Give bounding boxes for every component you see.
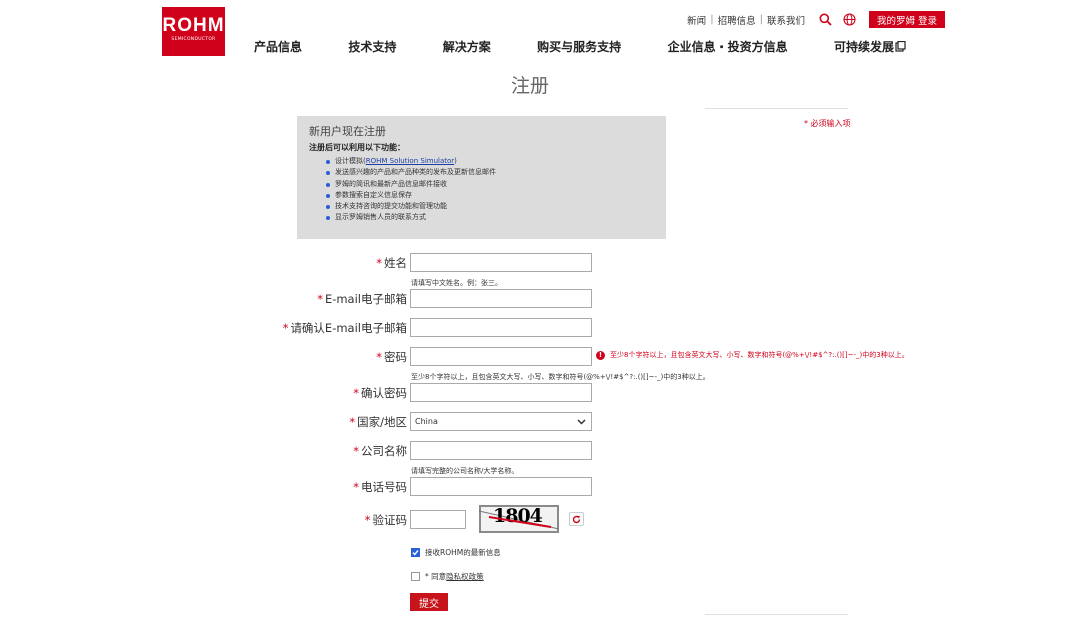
error-icon: ! <box>596 350 605 360</box>
list-item: 设计模拟(ROHM Solution Simulator) <box>326 156 654 167</box>
company-field[interactable] <box>410 441 592 460</box>
divider <box>705 614 848 615</box>
password-error-text: 至少8个字符以上，且包含英文大写、小写、数字和符号(@%+\/!#$^?:.()… <box>610 351 909 359</box>
captcha-label-text: 验证码 <box>372 513 408 527</box>
info-box-title: 新用户现在注册 <box>309 125 386 138</box>
my-rohm-login-button[interactable]: 我的罗姆 登录 <box>868 11 945 28</box>
country-select-value: China <box>415 417 438 426</box>
top-link-contact[interactable]: 联系我们 <box>763 13 809 27</box>
required-mark: * <box>353 386 359 400</box>
check-icon <box>412 550 419 556</box>
password-confirm-label-text: 确认密码 <box>361 386 407 400</box>
privacy-row: * 同意 隐私权政策 <box>411 571 484 582</box>
required-mark: * <box>349 415 356 429</box>
info-box: 新用户现在注册 注册后可以利用以下功能： 设计模拟(ROHM Solution … <box>297 116 666 239</box>
search-icon[interactable] <box>819 13 833 27</box>
phone-field[interactable] <box>410 477 592 496</box>
main-nav: 产品信息 技术支持 解决方案 购买与服务支持 企业信息・投资方信息 可持续发展 <box>254 38 906 55</box>
name-label-text: 姓名 <box>384 256 407 270</box>
logo-subtext: SEMICONDUCTOR <box>171 37 216 42</box>
top-link-careers[interactable]: 招聘信息 <box>714 13 760 27</box>
country-label-text: 国家/地区 <box>357 415 407 429</box>
email-confirm-label: * 请确认E-mail电子邮箱 <box>283 320 407 336</box>
required-mark: * <box>282 321 289 335</box>
email-label-text: E-mail电子邮箱 <box>324 292 407 306</box>
top-utility-bar: 新闻 | 招聘信息 | 联系我们 我的罗姆 登录 <box>683 11 945 28</box>
submit-button[interactable]: 提交 <box>410 593 448 611</box>
country-select[interactable]: China <box>410 412 592 431</box>
name-label: * 姓名 <box>376 255 407 271</box>
feature-list: 设计模拟(ROHM Solution Simulator) 发送感兴趣的产品和产… <box>309 156 654 224</box>
logo-text: ROHM <box>162 15 225 36</box>
required-mark: * <box>353 444 359 458</box>
list-item: 参数搜索自定义信息保存 <box>326 190 654 201</box>
required-mark: * <box>317 292 323 306</box>
captcha-image: 1804 <box>479 505 559 533</box>
nav-item-solutions[interactable]: 解决方案 <box>443 38 491 55</box>
privacy-policy-link[interactable]: 隐私权政策 <box>446 571 484 582</box>
globe-icon[interactable] <box>843 13 857 27</box>
rohm-logo[interactable]: ROHM SEMICONDUCTOR <box>162 7 225 56</box>
page-title: 注册 <box>510 75 549 97</box>
top-link-news[interactable]: 新闻 <box>683 13 710 27</box>
company-label-text: 公司名称 <box>361 444 407 458</box>
country-label: * 国家/地区 <box>349 414 407 430</box>
password-label-text: 密码 <box>384 350 407 364</box>
company-hint: 请填写完整的公司名称/大学名称。 <box>411 467 519 475</box>
password-hint: 至少8个字符以上，且包含英文大写、小写、数字和符号(@%+\/!#$^?:.()… <box>411 373 710 381</box>
refresh-icon <box>572 515 581 523</box>
nav-item-support[interactable]: 技术支持 <box>348 38 396 55</box>
nav-item-company[interactable]: 企业信息・投资方信息 <box>668 38 788 55</box>
divider <box>705 108 848 109</box>
phone-label-text: 电话号码 <box>361 480 407 494</box>
email-field[interactable] <box>410 289 592 308</box>
solution-simulator-link[interactable]: ROHM Solution Simulator <box>366 157 454 165</box>
password-error: ! 至少8个字符以上，且包含英文大写、小写、数字和符号(@%+\/!#$^?:.(… <box>596 350 909 360</box>
newsletter-row: 接收ROHM的最新信息 <box>411 547 501 558</box>
nav-item-sustainability-label: 可持续发展 <box>833 40 894 54</box>
email-label: * E-mail电子邮箱 <box>317 291 407 307</box>
list-item: 发送感兴趣的产品和产品种类的发布及更新信息邮件 <box>326 167 654 178</box>
privacy-prefix: * 同意 <box>425 572 447 581</box>
required-mark: * <box>376 350 382 364</box>
nav-item-purchase[interactable]: 购买与服务支持 <box>537 38 621 55</box>
name-field[interactable] <box>410 253 592 272</box>
required-note: * 必须输入项 <box>804 119 851 128</box>
chevron-down-icon <box>577 418 586 425</box>
newsletter-label: 接收ROHM的最新信息 <box>425 548 501 557</box>
feature-item-suffix: ) <box>454 157 457 165</box>
required-mark: * <box>353 480 359 494</box>
phone-label: * 电话号码 <box>353 479 407 495</box>
company-label: * 公司名称 <box>353 443 407 459</box>
newsletter-checkbox[interactable] <box>411 548 420 557</box>
feature-item-prefix: 设计模拟( <box>335 157 366 165</box>
nav-item-sustainability[interactable]: 可持续发展 <box>834 38 906 55</box>
password-field[interactable] <box>410 347 592 366</box>
list-item: 技术支持咨询的提交功能和管理功能 <box>326 201 654 212</box>
required-mark: * <box>376 256 382 270</box>
list-item: 罗姆的简讯和最新产品信息邮件接收 <box>326 179 654 190</box>
privacy-checkbox[interactable] <box>411 572 420 581</box>
info-box-subtitle: 注册后可以利用以下功能： <box>309 143 405 152</box>
captcha-label: * 验证码 <box>365 512 407 528</box>
required-mark: * <box>364 513 371 527</box>
email-confirm-field[interactable] <box>410 318 592 337</box>
captcha-refresh-button[interactable] <box>569 512 584 526</box>
captcha-strike <box>488 516 552 528</box>
password-confirm-label: * 确认密码 <box>353 385 407 401</box>
password-confirm-field[interactable] <box>410 383 592 402</box>
nav-item-products[interactable]: 产品信息 <box>254 38 302 55</box>
name-hint: 请填写中文姓名。例：张三。 <box>411 279 502 287</box>
email-confirm-label-text: 请确认E-mail电子邮箱 <box>290 321 407 335</box>
external-link-icon <box>895 40 906 52</box>
password-label: * 密码 <box>376 349 407 365</box>
list-item: 显示罗姆销售人员的联系方式 <box>326 212 654 223</box>
captcha-field[interactable] <box>410 510 466 529</box>
